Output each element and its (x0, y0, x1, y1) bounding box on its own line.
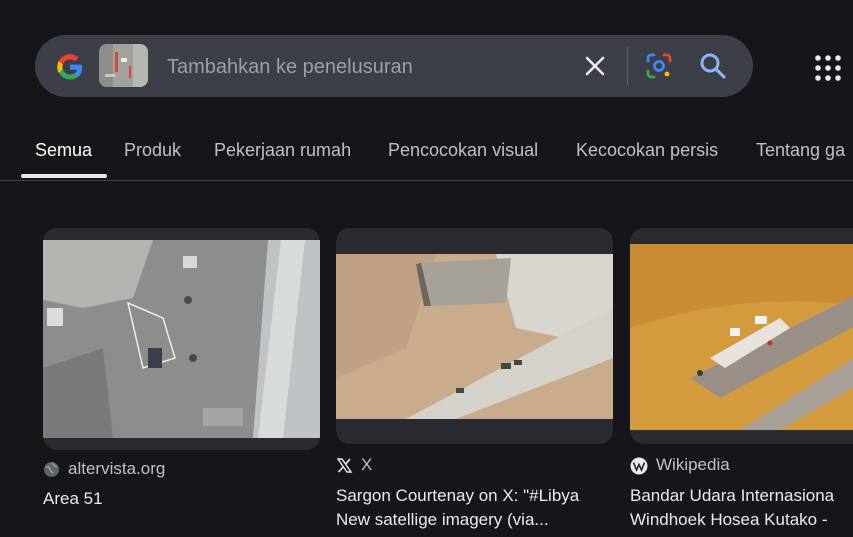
result-title-3-line-1[interactable]: Bandar Udara Internasiona (630, 484, 834, 508)
globe-icon (44, 462, 59, 478)
result-image-3[interactable] (630, 228, 853, 444)
result-title-1[interactable]: Area 51 (43, 487, 103, 511)
result-source-label-3: Wikipedia (656, 455, 730, 474)
x-logo-icon (336, 458, 353, 473)
google-apps-icon[interactable] (814, 54, 842, 82)
page: Semua Produk Pekerjaan rumah Pencocokan … (0, 0, 853, 537)
close-icon[interactable] (580, 51, 610, 81)
search-bar-divider (627, 47, 628, 85)
tab-pekerjaan-rumah[interactable]: Pekerjaan rumah (214, 140, 351, 161)
active-tab-indicator (21, 174, 107, 178)
result-image-1[interactable] (43, 228, 320, 450)
tab-produk[interactable]: Produk (124, 140, 181, 161)
tabs-divider (0, 180, 853, 181)
tab-tentang[interactable]: Tentang ga (756, 140, 845, 161)
google-logo-icon[interactable] (55, 52, 85, 82)
result-source-label-1: altervista.org (68, 459, 166, 478)
search-bar (35, 35, 753, 97)
result-title-3-line-2[interactable]: Windhoek Hosea Kutako - (630, 508, 828, 532)
search-icon[interactable] (697, 50, 729, 82)
result-source-1[interactable]: altervista.org (43, 459, 165, 479)
result-source-label-2: X (361, 455, 373, 474)
tab-bar: Semua Produk Pekerjaan rumah Pencocokan … (0, 125, 853, 181)
result-title-2-line-2[interactable]: New satellige imagery (via... (336, 508, 549, 532)
result-source-3[interactable]: Wikipedia (630, 455, 730, 475)
google-lens-icon[interactable] (643, 50, 675, 82)
result-source-2[interactable]: X (336, 455, 372, 475)
wikipedia-icon (630, 457, 648, 475)
query-image-thumbnail[interactable] (99, 44, 148, 87)
search-input[interactable] (165, 49, 569, 85)
result-title-2-line-1[interactable]: Sargon Courtenay on X: "#Libya (336, 484, 579, 508)
tab-pencocokan-visual[interactable]: Pencocokan visual (388, 140, 538, 161)
tab-kecocokan-persis[interactable]: Kecocokan persis (576, 140, 718, 161)
tab-semua[interactable]: Semua (35, 140, 92, 161)
result-image-2[interactable] (336, 228, 613, 444)
